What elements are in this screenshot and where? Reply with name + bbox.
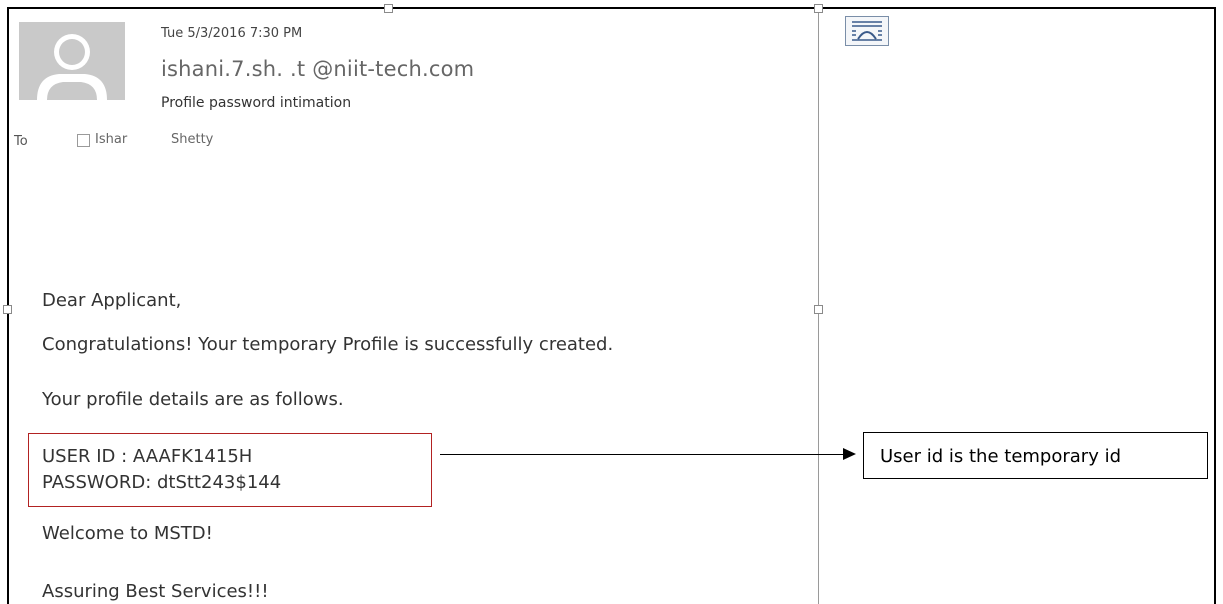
email-sender[interactable]: ishani.7.sh. .t @niit-tech.com [161, 57, 474, 81]
greeting-text: Dear Applicant, [42, 290, 182, 311]
frame-top-border [7, 7, 1216, 9]
recipient-name[interactable]: Ishar [95, 132, 127, 147]
recipient-checkbox[interactable] [77, 134, 90, 147]
resize-handle-left[interactable] [3, 305, 12, 314]
resize-handle-right[interactable] [814, 305, 823, 314]
credentials-highlight-box [28, 433, 432, 507]
sender-avatar-icon [19, 22, 125, 100]
user-id-text: USER ID : AAAFK1415H [42, 446, 253, 467]
layout-options-icon[interactable] [845, 16, 889, 46]
profile-details-text: Your profile details are as follows. [42, 389, 344, 410]
annotation-arrow-line [440, 454, 845, 455]
resize-handle-top[interactable] [384, 4, 393, 13]
to-label: To [14, 134, 28, 149]
password-text: PASSWORD: dtStt243$144 [42, 472, 282, 493]
email-date-time: Tue 5/3/2016 7:30 PM [161, 26, 303, 41]
annotation-callout-box: User id is the temporary id [863, 432, 1208, 479]
welcome-text: Welcome to MSTD! [42, 523, 213, 544]
email-subject: Profile password intimation [161, 95, 352, 111]
annotation-callout-text: User id is the temporary id [880, 446, 1121, 467]
congratulations-text: Congratulations! Your temporary Profile … [42, 334, 614, 355]
annotation-arrow-head [843, 448, 856, 460]
recipient-surname[interactable]: Shetty [171, 132, 213, 147]
closing-text: Assuring Best Services!!! [42, 581, 269, 602]
frame-right-border [1214, 7, 1216, 604]
resize-handle-top-right[interactable] [814, 4, 823, 13]
